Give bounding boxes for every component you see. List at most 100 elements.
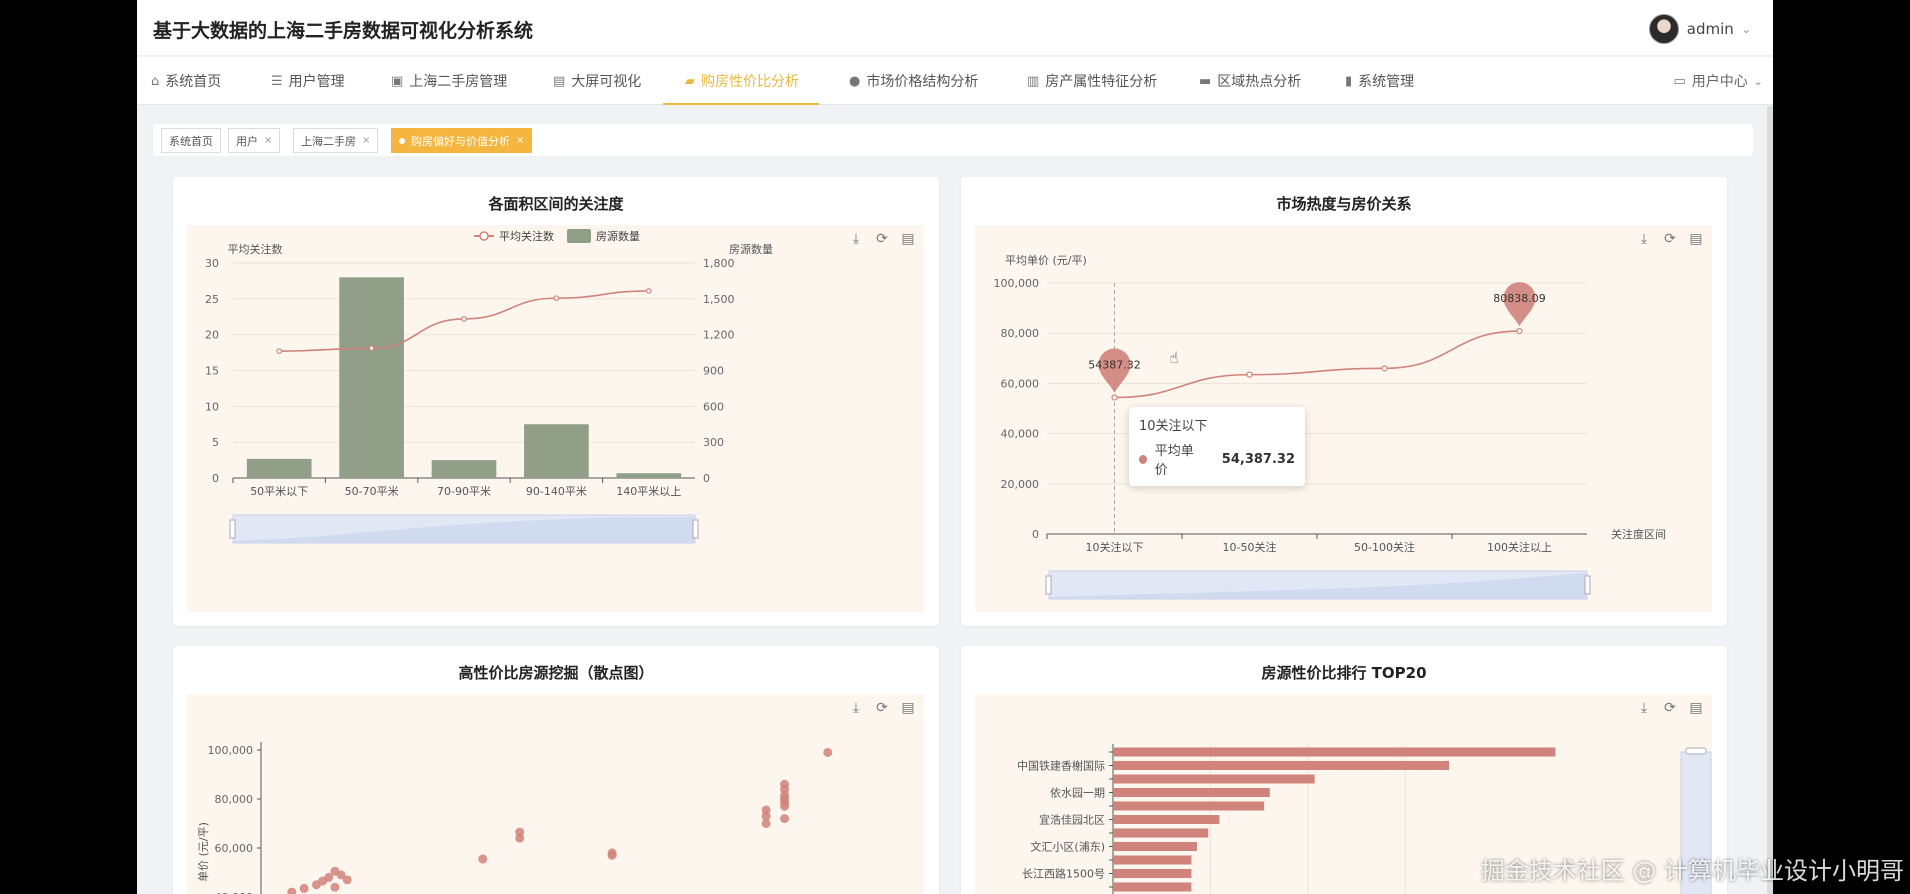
bar	[1113, 801, 1265, 811]
scatter-chart: 100,00080,00060,00040,000单价 (元/平)	[197, 742, 833, 894]
active-dot-icon	[399, 137, 405, 144]
data-view-icon[interactable]: ▤	[1688, 231, 1704, 247]
y-right-axis-name: 房源数量	[729, 242, 773, 256]
tag-home[interactable]: 系统首页	[161, 128, 221, 153]
chart-title: 市场热度与房价关系	[1276, 195, 1412, 213]
refresh-icon[interactable]: ⟳	[1662, 700, 1678, 716]
ticket-icon: ▰	[685, 73, 695, 89]
download-icon[interactable]: ⤓	[1636, 700, 1652, 716]
close-icon[interactable]: ×	[516, 135, 524, 146]
chart-title: 高性价比房源挖掘（散点图）	[458, 664, 654, 682]
bar	[1113, 774, 1315, 784]
data-view-icon[interactable]: ▤	[900, 700, 916, 716]
window-icon: ▭	[1673, 73, 1686, 89]
nav-item-bigscreen[interactable]: ▤ 大屏可视化	[553, 57, 641, 105]
bar	[431, 460, 497, 478]
avatar[interactable]	[1648, 14, 1679, 44]
bar	[524, 424, 589, 478]
nav-label: 用户中心	[1691, 74, 1748, 90]
y-axis-name: 单价 (元/平)	[197, 822, 210, 882]
bar	[246, 458, 312, 478]
legend-line-icon	[479, 231, 489, 241]
y-left-tick-label: 10	[205, 400, 219, 413]
home-icon: ⌂	[151, 73, 160, 89]
chart-title: 各面积区间的关注度	[488, 195, 624, 213]
tag-label: 购房偏好与价值分析	[411, 134, 510, 148]
nav-label: 上海二手房管理	[409, 74, 508, 90]
user-menu[interactable]: admin ⌄	[1648, 14, 1751, 44]
data-view-icon[interactable]: ▤	[900, 231, 916, 247]
chart-title: 房源性价比排行 TOP20	[1261, 664, 1427, 682]
card-area-attention: 各面积区间的关注度 ⤓ ⟳ ▤ 30 25 20 15 10 5 0 1,800 1,500 1,…	[173, 177, 939, 626]
scatter-point	[780, 779, 790, 789]
scrollbar[interactable]	[1767, 106, 1773, 894]
download-icon[interactable]: ⤓	[848, 700, 864, 716]
nav-item-houses[interactable]: ▣ 上海二手房管理	[391, 57, 507, 105]
scatter-point	[330, 882, 340, 892]
close-icon[interactable]: ×	[362, 135, 370, 146]
bar	[1113, 761, 1449, 770]
nav-item-hotspots[interactable]: ▬ 区域热点分析	[1199, 57, 1301, 105]
scatter-point	[607, 848, 617, 858]
refresh-icon[interactable]: ⟳	[874, 700, 890, 716]
line-point	[1246, 371, 1253, 378]
chart-tooltip: 10关注以下 平均单价 54,387.32	[1129, 407, 1305, 486]
nav-item-home[interactable]: ⌂ 系统首页	[151, 57, 221, 105]
chart-toolbox: ⤓ ⟳ ▤	[848, 231, 916, 247]
nav-item-value-analysis[interactable]: ▰ 购房性价比分析	[663, 57, 819, 105]
y-right-tick-label: 1,800	[703, 257, 735, 270]
y-left-tick-label: 15	[205, 365, 219, 378]
y-left-tick-label: 5	[212, 436, 219, 449]
close-icon[interactable]: ×	[264, 135, 272, 146]
download-icon[interactable]: ⤓	[848, 231, 864, 247]
y-tick-label: 文汇小区(浦东)	[1030, 840, 1105, 854]
scatter-point	[478, 854, 488, 864]
card-market-heat: 市场热度与房价关系 ⤓ ⟳ ▤ 100,000 80,000 60,000 40,00…	[961, 177, 1727, 626]
y-left-tick-label: 25	[205, 293, 219, 306]
refresh-icon[interactable]: ⟳	[1662, 231, 1678, 247]
tag-value-analysis[interactable]: 购房偏好与价值分析 ×	[391, 128, 533, 153]
nav-label: 系统首页	[165, 74, 222, 90]
bar	[1113, 815, 1220, 824]
nav-label: 大屏可视化	[571, 74, 642, 90]
y-tick-label: 100,000	[994, 277, 1040, 290]
chart-area: ⤓ ⟳ ▤ 30 25 20 15 10 5 0 1,800 1,500 1,200 900 600 3…	[187, 225, 924, 612]
app-title: 基于大数据的上海二手房数据可视化分析系统	[153, 20, 534, 42]
main-nav: ⌂ 系统首页 ☰ 用户管理 ▣ 上海二手房管理 ▤ 大屏可视化 ▰ 购房性价比分析 ● 市场…	[137, 57, 1773, 105]
bar	[339, 277, 404, 478]
scatter-point	[287, 887, 297, 894]
download-icon[interactable]: ⤓	[1636, 231, 1652, 247]
nav-label: 房产属性特征分析	[1045, 74, 1158, 90]
briefcase-icon: ▣	[391, 73, 404, 89]
scatter-point	[318, 876, 328, 886]
watermark: 掘金技术社区 @ 计算机毕业设计小明哥	[1480, 857, 1904, 885]
legend-line-label: 平均关注数	[499, 229, 554, 243]
tag-users[interactable]: 用户 ×	[228, 128, 281, 153]
tag-houses[interactable]: 上海二手房 ×	[293, 128, 379, 153]
username[interactable]: admin	[1687, 20, 1734, 38]
nav-item-system[interactable]: ▮ 系统管理	[1345, 57, 1414, 105]
bar	[1113, 828, 1209, 838]
y-tick-label: 80,000	[215, 793, 254, 806]
scatter-point	[515, 827, 525, 837]
x-tick-label: 70-90平米	[437, 485, 491, 498]
line-point	[368, 345, 375, 352]
data-view-icon[interactable]: ▤	[1688, 700, 1704, 716]
y-right-tick-label: 600	[703, 400, 724, 413]
tags-bar: 系统首页 用户 × 上海二手房 × 购房偏好与价值分析 ×	[153, 124, 1753, 156]
min-marker-pin-label: 54387.32	[1088, 358, 1141, 371]
legend-bar-icon	[567, 229, 591, 243]
nav-item-users[interactable]: ☰ 用户管理	[271, 57, 345, 105]
nav-label: 系统管理	[1358, 74, 1415, 90]
chevron-down-icon[interactable]: ⌄	[1742, 23, 1751, 36]
nav-item-price-structure[interactable]: ● 市场价格结构分析	[849, 57, 978, 105]
bar-chart-icon: ▮	[1345, 73, 1353, 89]
legend-bar-label: 房源数量	[596, 229, 640, 243]
y-right-tick-label: 900	[703, 365, 724, 378]
refresh-icon[interactable]: ⟳	[874, 231, 890, 247]
bar	[616, 473, 682, 478]
nav-item-attributes[interactable]: ▥ 房产属性特征分析	[1027, 57, 1157, 105]
chart-toolbox: ⤓ ⟳ ▤	[1636, 700, 1704, 716]
chart-area: ⤓ ⟳ ▤ 100,00080,00060,00040,000单价 (元/平)	[187, 694, 924, 894]
nav-user-center[interactable]: ▭ 用户中心 ⌄	[1673, 57, 1763, 105]
